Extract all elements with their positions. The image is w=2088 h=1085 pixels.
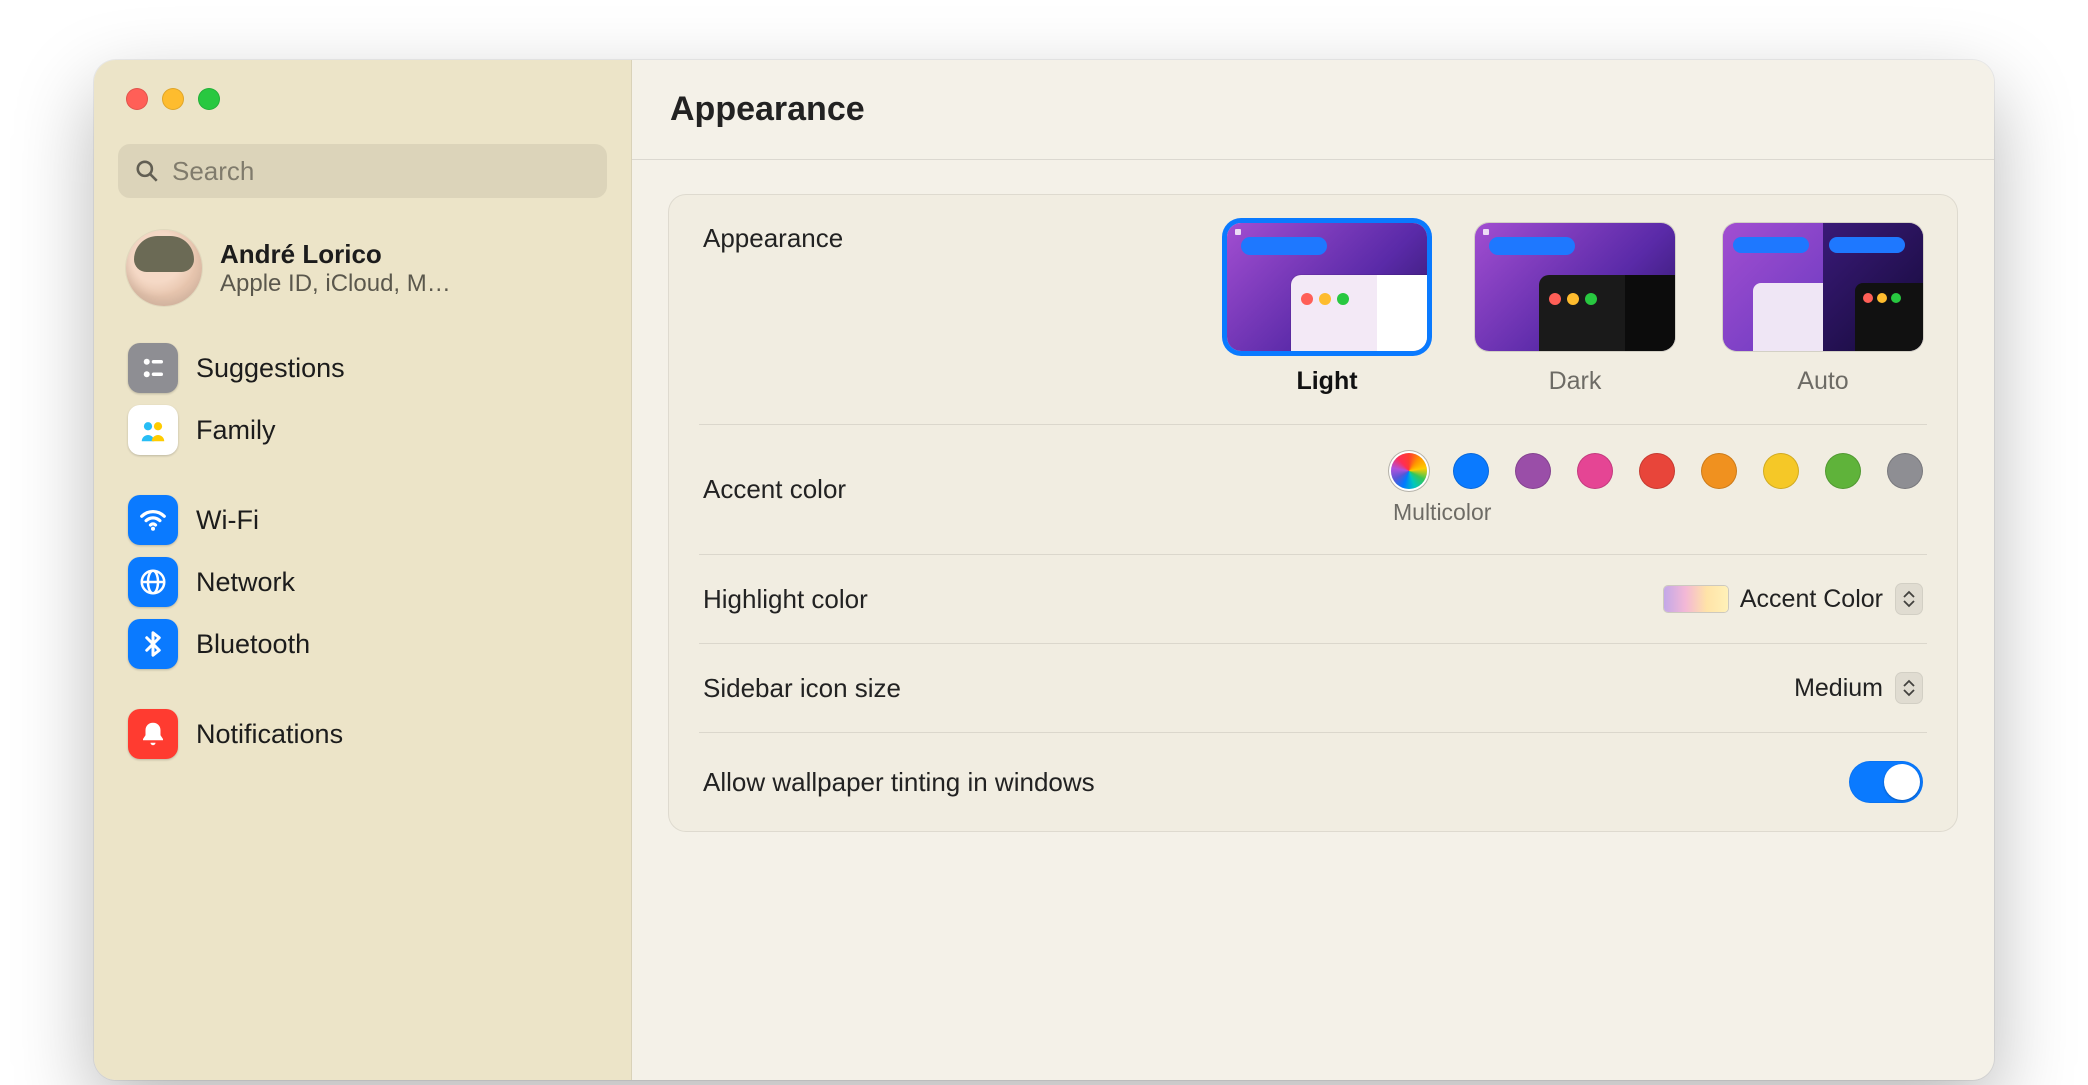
toggle-knob [1884,764,1920,800]
sidebar-item-notifications[interactable]: Notifications [118,704,607,764]
accent-swatch-blue[interactable] [1453,453,1489,489]
appearance-options: Light Dark [1227,223,1923,396]
sidebar-item-label: Network [196,567,295,598]
avatar [126,230,202,306]
highlight-gradient-swatch [1664,586,1728,612]
row-label: Appearance [703,223,843,254]
user-name: André Lorico [220,239,599,270]
user-subtitle: Apple ID, iCloud, M… [220,270,599,298]
sidebar-item-network[interactable]: Network [118,552,607,612]
search-icon [134,158,160,184]
window-controls [112,88,613,110]
notifications-icon [128,709,178,759]
accent-swatch-graphite[interactable] [1887,453,1923,489]
accent-swatch-purple[interactable] [1515,453,1551,489]
accent-swatch-green[interactable] [1825,453,1861,489]
sidebar-nav: Suggestions Family Wi-Fi [112,338,613,792]
accent-swatch-orange[interactable] [1701,453,1737,489]
appearance-option-auto[interactable]: Auto [1723,223,1923,396]
appearance-thumb-auto [1723,223,1923,351]
settings-panel: Appearance Light [668,194,1958,832]
appearance-option-light[interactable]: Light [1227,223,1427,396]
row-highlight-color: Highlight color Accent Color [699,555,1927,644]
appearance-option-dark[interactable]: Dark [1475,223,1675,396]
accent-swatch-pink[interactable] [1577,453,1613,489]
sidebar: Search André Lorico Apple ID, iCloud, M…… [94,60,632,1080]
family-icon [128,405,178,455]
chevron-updown-icon [1895,583,1923,615]
appearance-thumb-light [1227,223,1427,351]
appearance-option-label: Dark [1549,367,1602,396]
fullscreen-window-button[interactable] [198,88,220,110]
row-wallpaper-tinting: Allow wallpaper tinting in windows [699,733,1927,831]
wallpaper-tinting-toggle[interactable] [1849,761,1923,803]
content-area: Appearance Appearance Light [632,60,1994,1080]
row-label: Allow wallpaper tinting in windows [703,767,1095,798]
sidebar-icon-size-value: Medium [1794,674,1883,703]
sidebar-item-family[interactable]: Family [118,400,607,460]
titlebar: Appearance [632,60,1994,160]
accent-color-swatches [1391,453,1923,489]
accent-selected-label: Multicolor [1391,499,1491,526]
row-label: Highlight color [703,584,868,615]
accent-swatch-red[interactable] [1639,453,1675,489]
sidebar-item-bluetooth[interactable]: Bluetooth [118,614,607,674]
sidebar-icon-size-select[interactable]: Medium [1794,672,1923,704]
sidebar-item-apple-id[interactable]: André Lorico Apple ID, iCloud, M… [118,220,607,316]
sidebar-item-label: Notifications [196,719,343,750]
search-placeholder: Search [172,156,254,187]
chevron-updown-icon [1895,672,1923,704]
sidebar-item-suggestions[interactable]: Suggestions [118,338,607,398]
bluetooth-icon [128,619,178,669]
row-label: Accent color [703,474,846,505]
search-input[interactable]: Search [118,144,607,198]
row-accent-color: Accent color Mul [699,425,1927,555]
appearance-option-label: Auto [1797,367,1848,396]
appearance-option-label: Light [1296,367,1357,396]
highlight-color-select[interactable]: Accent Color [1664,583,1923,615]
close-window-button[interactable] [126,88,148,110]
sidebar-item-label: Suggestions [196,353,345,384]
sidebar-item-label: Family [196,415,276,446]
appearance-thumb-dark [1475,223,1675,351]
network-icon [128,557,178,607]
page-title: Appearance [670,90,865,129]
sidebar-item-label: Wi-Fi [196,505,259,536]
sidebar-item-label: Bluetooth [196,629,310,660]
sidebar-item-wifi[interactable]: Wi-Fi [118,490,607,550]
minimize-window-button[interactable] [162,88,184,110]
accent-swatch-yellow[interactable] [1763,453,1799,489]
wifi-icon [128,495,178,545]
row-sidebar-icon-size: Sidebar icon size Medium [699,644,1927,733]
suggestions-icon [128,343,178,393]
settings-window: Search André Lorico Apple ID, iCloud, M…… [94,60,1994,1080]
row-appearance: Appearance Light [699,195,1927,425]
accent-swatch-multicolor[interactable] [1391,453,1427,489]
highlight-color-value: Accent Color [1740,585,1883,614]
row-label: Sidebar icon size [703,673,901,704]
